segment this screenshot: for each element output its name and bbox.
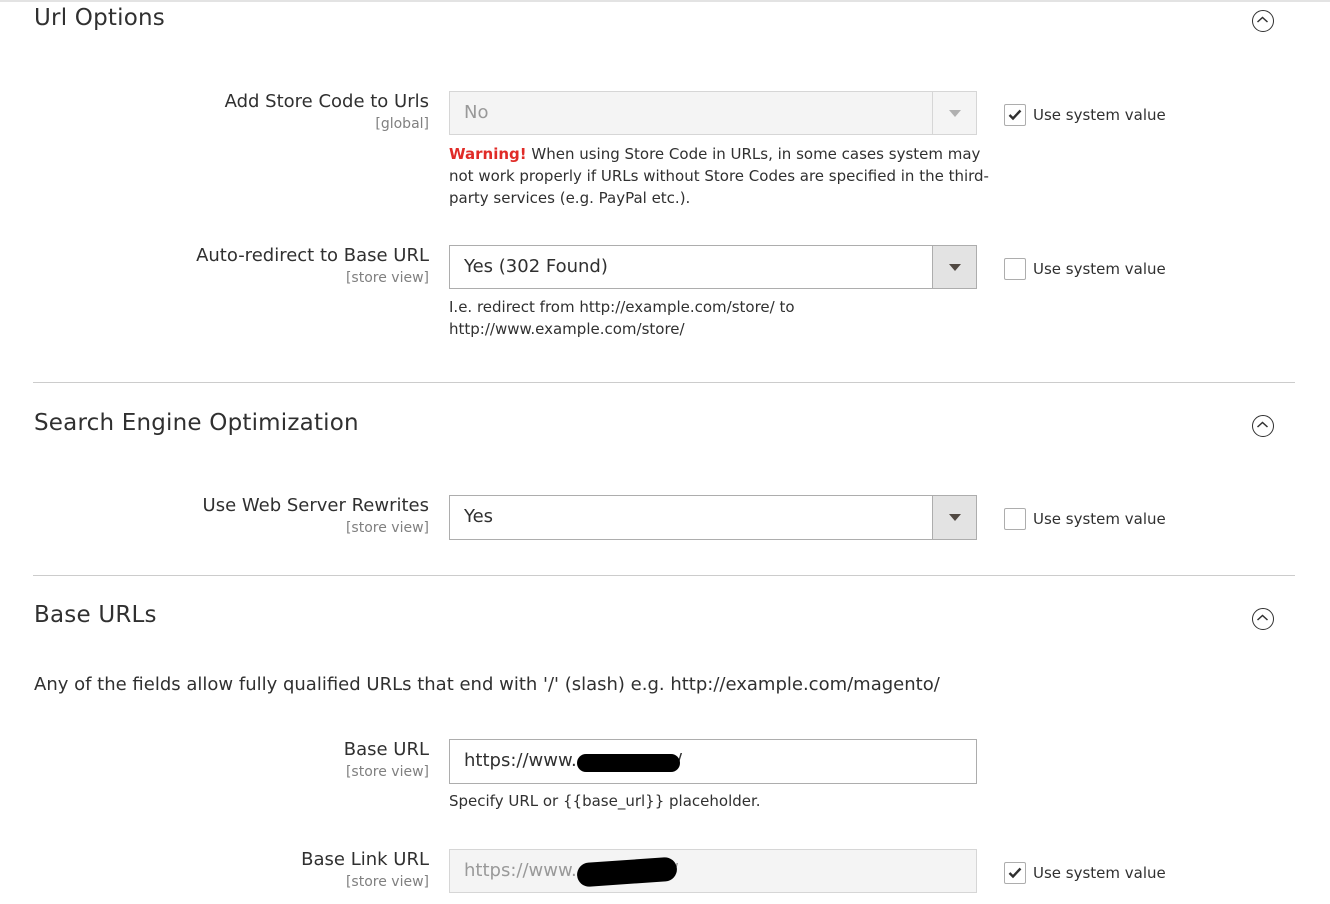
- auto-redirect-select-value: Yes (302 Found): [464, 256, 608, 277]
- field-label-web-server-rewrites: Use Web Server Rewrites: [202, 495, 429, 516]
- add-store-code-warning: Warning! When using Store Code in URLs, …: [449, 143, 989, 209]
- chevron-down-icon: [932, 92, 976, 134]
- use-system-value-checkbox[interactable]: [1004, 508, 1026, 530]
- top-border: [0, 0, 1330, 2]
- use-system-value-label: Use system value: [1033, 106, 1166, 124]
- redaction-mark: [576, 856, 678, 888]
- base-url-input[interactable]: https://www. /: [449, 739, 977, 784]
- add-store-code-select-value: No: [464, 102, 489, 123]
- collapse-seo-icon[interactable]: [1252, 415, 1274, 437]
- chevron-down-icon: [932, 496, 976, 539]
- base-url-note: Specify URL or {{base_url}} placeholder.: [449, 792, 761, 810]
- field-label-base-url: Base URL: [343, 739, 429, 760]
- field-label-add-store-code: Add Store Code to Urls: [224, 91, 429, 112]
- field-scope-base-link-url: [store view]: [345, 874, 429, 890]
- auto-redirect-note: I.e. redirect from http://example.com/st…: [449, 298, 795, 338]
- section-title-base-urls: Base URLs: [34, 602, 157, 628]
- warning-text: When using Store Code in URLs, in some c…: [449, 145, 989, 207]
- section-divider: [33, 382, 1295, 383]
- base-urls-intro: Any of the fields allow fully qualified …: [34, 674, 940, 695]
- auto-redirect-select[interactable]: Yes (302 Found): [449, 245, 977, 289]
- section-title-url-options: Url Options: [34, 5, 165, 31]
- field-scope-auto-redirect: [store view]: [345, 270, 429, 286]
- use-system-value-label: Use system value: [1033, 260, 1166, 278]
- warning-label: Warning!: [449, 145, 527, 163]
- base-link-url-input[interactable]: https://www. /: [449, 849, 977, 893]
- field-label-base-link-url: Base Link URL: [301, 849, 429, 870]
- section-title-seo: Search Engine Optimization: [34, 410, 359, 436]
- field-scope-base-url: [store view]: [345, 764, 429, 780]
- use-system-value-checkbox[interactable]: [1004, 104, 1026, 126]
- base-link-url-value: https://www.: [464, 860, 577, 881]
- use-system-value-label: Use system value: [1033, 864, 1166, 882]
- chevron-down-icon: [932, 246, 976, 288]
- add-store-code-select[interactable]: No: [449, 91, 977, 135]
- field-scope-web-server-rewrites: [store view]: [345, 520, 429, 536]
- collapse-base-urls-icon[interactable]: [1252, 608, 1274, 630]
- section-divider: [33, 575, 1295, 576]
- web-server-rewrites-select-value: Yes: [464, 506, 494, 527]
- redaction-mark: [577, 754, 680, 772]
- web-server-rewrites-select[interactable]: Yes: [449, 495, 977, 540]
- collapse-url-options-icon[interactable]: [1252, 10, 1274, 32]
- base-url-value: https://www.: [464, 750, 577, 771]
- field-scope-add-store-code: [global]: [375, 116, 429, 132]
- field-label-auto-redirect: Auto-redirect to Base URL: [196, 245, 429, 266]
- use-system-value-checkbox[interactable]: [1004, 258, 1026, 280]
- use-system-value-label: Use system value: [1033, 510, 1166, 528]
- use-system-value-checkbox[interactable]: [1004, 862, 1026, 884]
